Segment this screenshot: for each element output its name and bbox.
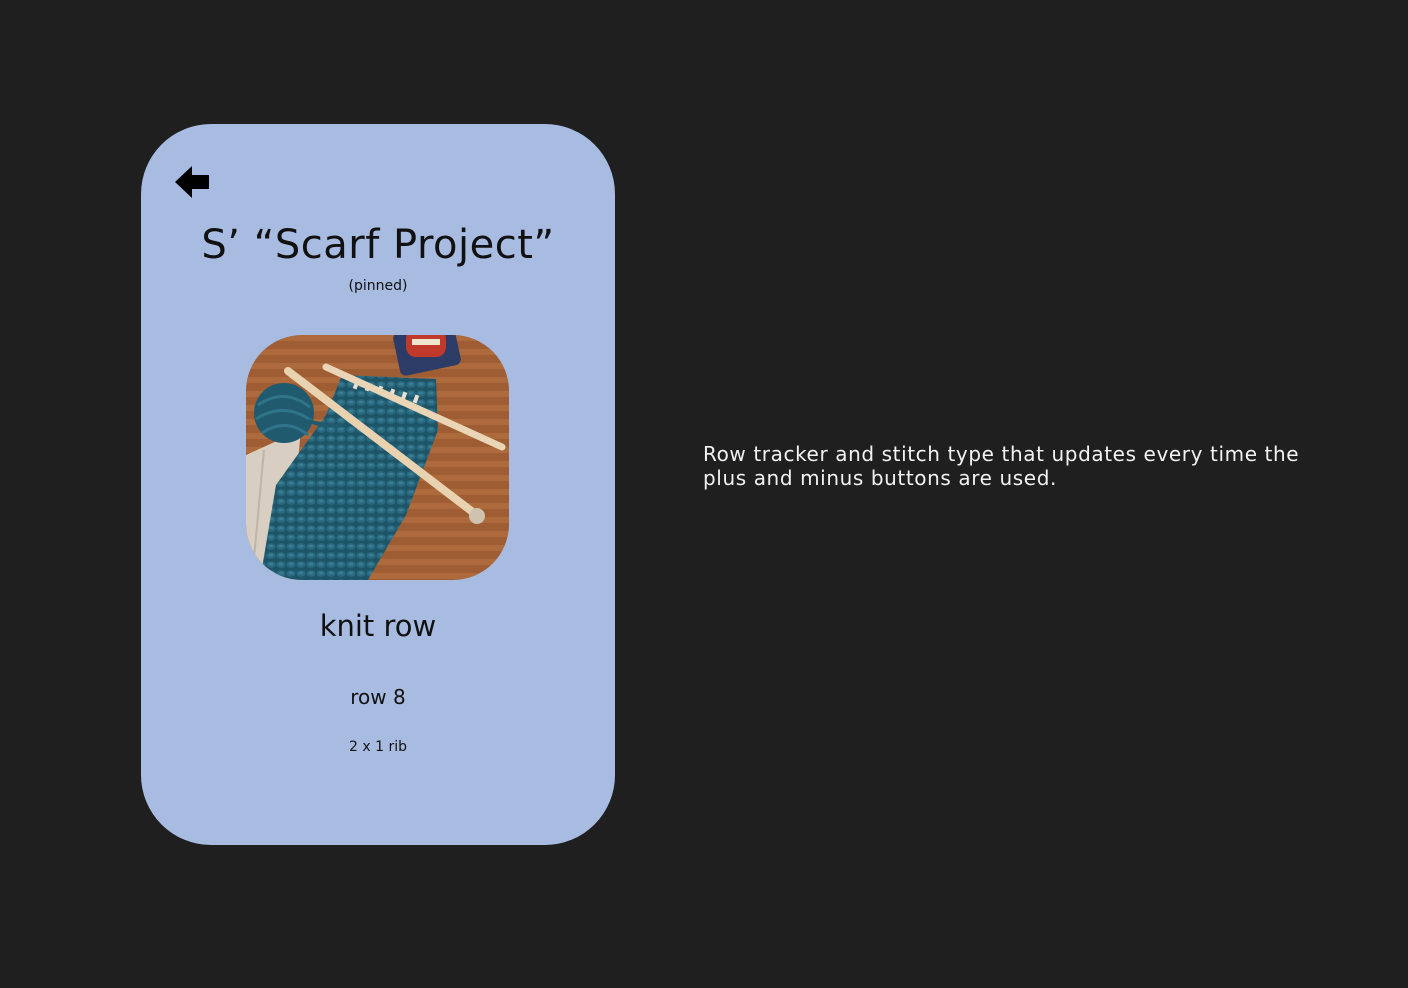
project-photo: [246, 335, 509, 580]
arrow-left-icon: [175, 166, 209, 198]
back-button[interactable]: [173, 164, 211, 200]
annotation-text: Row tracker and stitch type that updates…: [703, 442, 1300, 490]
pinned-label: (pinned): [348, 278, 408, 294]
page-title: S’ “Scarf Project”: [201, 222, 555, 268]
project-card: S’ “Scarf Project” (pinned) knit row row…: [141, 124, 615, 845]
row-counter: row 8: [350, 685, 406, 709]
stitch-type-label: knit row: [319, 609, 437, 643]
pattern-label: 2 x 1 rib: [349, 739, 407, 755]
canvas: S’ “Scarf Project” (pinned) knit row row…: [0, 0, 1408, 988]
